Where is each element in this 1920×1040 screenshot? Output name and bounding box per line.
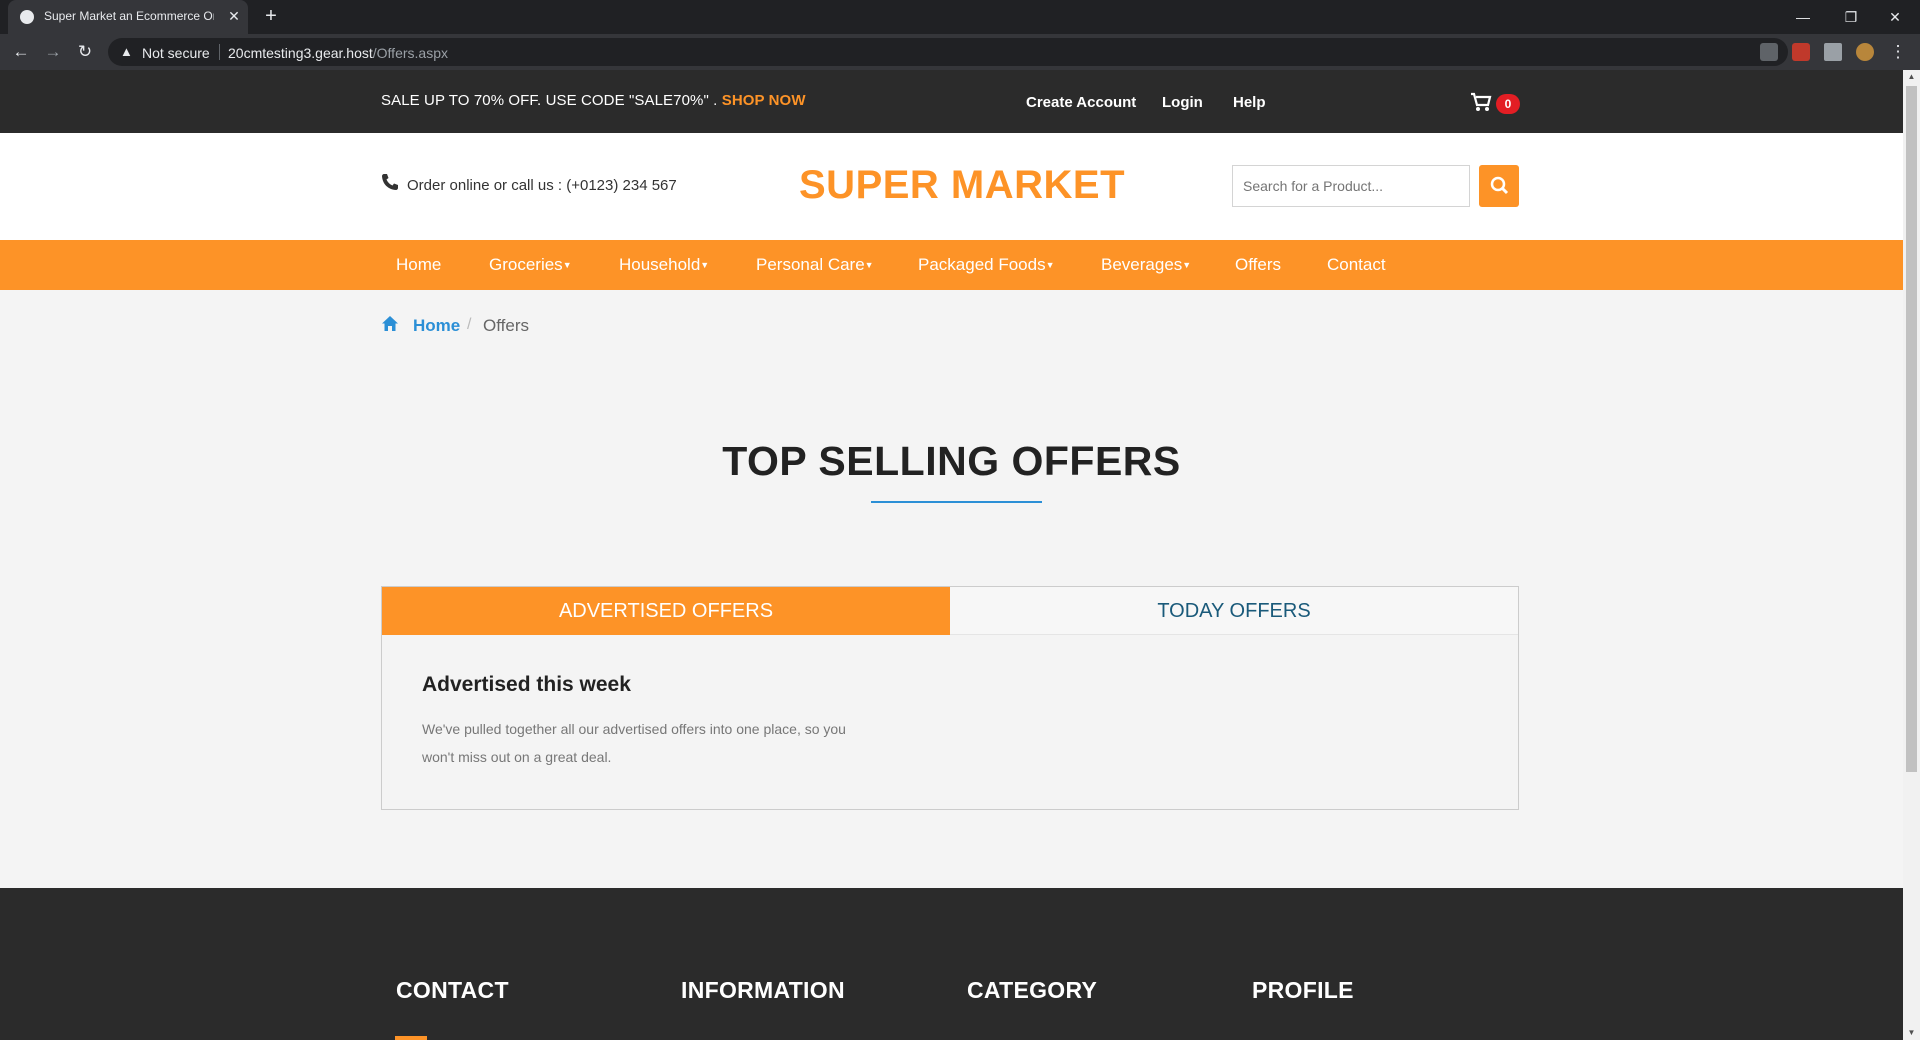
nav-item-label: Contact [1327,255,1386,274]
footer-heading-category: CATEGORY [967,977,1098,1003]
caret-down-icon: ▼ [562,260,572,270]
site-header: Order online or call us : (+0123) 234 56… [0,133,1903,240]
cart-icon[interactable] [1470,92,1492,112]
new-tab-button[interactable]: + [260,6,282,28]
page-title: TOP SELLING OFFERS [722,438,1181,484]
nav-item-label: Groceries [489,255,563,274]
nav-item-label: Packaged Foods [918,255,1046,274]
offers-tabs: ADVERTISED OFFERS TODAY OFFERS Advertise… [381,586,1519,810]
login-link[interactable]: Login [1162,94,1203,111]
nav-item-packaged-foods[interactable]: Packaged Foods▼ [918,255,1055,275]
caret-down-icon: ▼ [700,260,710,270]
nav-item-label: Home [396,255,442,274]
breadcrumb-home-link[interactable]: Home [413,316,460,336]
panel-text: We've pulled together all our advertised… [422,721,846,765]
footer-heading-contact: CONTACT [396,977,509,1003]
caret-down-icon: ▼ [1182,260,1192,270]
extension-icon[interactable] [1760,43,1778,61]
avatar[interactable] [1856,43,1874,61]
tab-today-offers[interactable]: TODAY OFFERS [950,587,1518,635]
close-window-icon[interactable]: ✕ [1884,6,1906,28]
caret-down-icon: ▼ [1045,260,1055,270]
site-logo[interactable]: SUPER MARKET [799,163,1125,208]
breadcrumb-separator: / [467,316,472,333]
footer-heading-information: INFORMATION [681,977,845,1003]
extension-icon[interactable] [1792,43,1810,61]
search-button[interactable] [1479,165,1519,207]
title-underline [871,501,1042,503]
nav-item-household[interactable]: Household▼ [619,255,709,275]
search-icon [1490,176,1509,195]
help-link[interactable]: Help [1233,94,1266,111]
reload-icon[interactable]: ↻ [74,41,96,63]
promo-text: SALE UP TO 70% OFF. USE CODE "SALE70%" . [381,92,722,109]
call-text: Order online or call us : (+0123) 234 56… [407,177,677,194]
restore-icon[interactable]: ❐ [1840,6,1862,28]
url-text: 20cmtesting3.gear.host/Offers.aspx [228,45,448,61]
scroll-up-icon[interactable]: ▲ [1903,70,1920,84]
breadcrumb-current: Offers [483,316,529,335]
forward-icon[interactable]: → [42,41,64,63]
minimize-icon[interactable]: — [1792,6,1814,28]
omnibox-divider [219,44,220,60]
nav-item-contact[interactable]: Contact [1327,255,1386,275]
main-nav: Home Groceries▼ Household▼ Personal Care… [0,240,1903,290]
scroll-down-icon[interactable]: ▼ [1903,1026,1920,1040]
shop-now-link[interactable]: SHOP NOW [722,92,806,109]
browser-tab-bar: Super Market an Ecommerce Online ✕ + — ❐… [0,0,1920,34]
url-path: /Offers.aspx [372,45,448,61]
nav-item-beverages[interactable]: Beverages▼ [1101,255,1191,275]
browser-tab[interactable]: Super Market an Ecommerce Online ✕ [8,0,248,34]
address-bar[interactable]: ▲ Not secure 20cmtesting3.gear.host/Offe… [108,38,1788,66]
phone-icon [382,174,398,190]
close-icon[interactable]: ✕ [226,8,242,24]
footer-heading-profile: PROFILE [1252,977,1354,1003]
warning-icon: ▲ [120,44,133,59]
footer-accent [395,1036,427,1040]
back-icon[interactable]: ← [10,41,32,63]
search-input[interactable] [1232,165,1470,207]
nav-item-label: Beverages [1101,255,1183,274]
page-scrollbar[interactable]: ▲ ▼ [1903,70,1920,1040]
panel-title: Advertised this week [422,673,631,696]
cart-count-badge[interactable]: 0 [1496,94,1520,114]
nav-item-home[interactable]: Home [396,255,441,275]
nav-item-label: Offers [1235,255,1281,274]
nav-item-offers[interactable]: Offers [1235,255,1281,275]
tab-title: Super Market an Ecommerce Online [44,9,214,23]
puzzle-icon[interactable] [1824,43,1842,61]
create-account-link[interactable]: Create Account [1026,94,1136,111]
nav-item-label: Personal Care [756,255,865,274]
site-footer: CONTACT INFORMATION CATEGORY PROFILE [0,888,1903,1040]
scrollbar-thumb[interactable] [1906,86,1917,772]
home-icon[interactable] [381,315,399,333]
menu-icon[interactable]: ⋮ [1887,41,1909,63]
web-page: SALE UP TO 70% OFF. USE CODE "SALE70%" .… [0,70,1903,1040]
globe-icon [20,10,34,24]
tab-advertised-offers[interactable]: ADVERTISED OFFERS [382,587,950,635]
nav-item-personal-care[interactable]: Personal Care▼ [756,255,874,275]
promo-banner: SALE UP TO 70% OFF. USE CODE "SALE70%" .… [381,92,806,109]
browser-toolbar: ← → ↻ ▲ Not secure 20cmtesting3.gear.hos… [0,34,1920,70]
caret-down-icon: ▼ [864,260,874,270]
security-label: Not secure [142,45,210,61]
url-host: 20cmtesting3.gear.host [228,45,373,61]
nav-item-label: Household [619,255,701,274]
nav-item-groceries[interactable]: Groceries▼ [489,255,572,275]
top-bar: SALE UP TO 70% OFF. USE CODE "SALE70%" .… [0,70,1903,133]
